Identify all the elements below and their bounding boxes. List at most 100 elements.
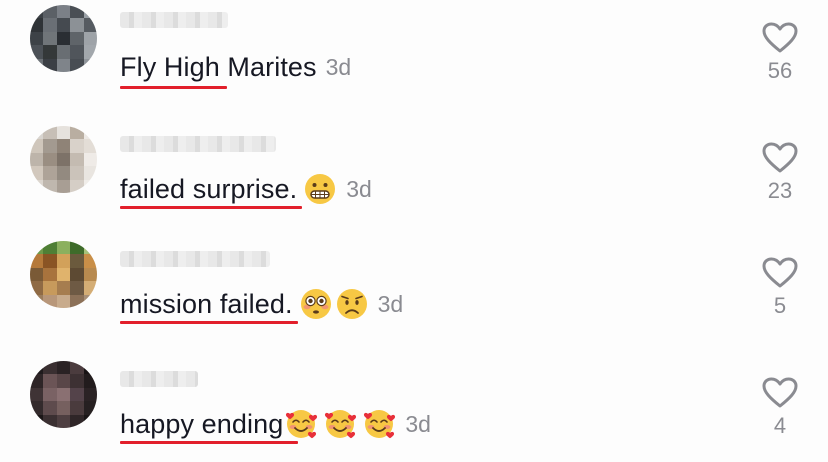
avatar-pixel xyxy=(30,126,44,140)
avatar-pixel xyxy=(56,387,71,402)
avatar-pixel xyxy=(56,179,71,193)
username-blurred[interactable] xyxy=(120,136,276,152)
avatar-pixel xyxy=(30,18,44,32)
avatar-pixel xyxy=(70,254,84,268)
avatar-pixel xyxy=(30,374,44,388)
avatar-pixel xyxy=(70,5,84,19)
like-button[interactable]: 5 xyxy=(760,257,800,319)
avatar-pixel xyxy=(83,58,97,72)
username-blurred[interactable] xyxy=(120,251,270,267)
avatar-pixel xyxy=(30,361,44,375)
comment-text: Fly High Marites xyxy=(120,52,317,82)
avatar-pixel xyxy=(56,166,71,180)
red-underline xyxy=(120,441,298,444)
avatar-pixel xyxy=(30,294,44,308)
avatar-pixel xyxy=(83,139,97,153)
avatar-pixel xyxy=(30,166,44,180)
comment-body: mission failed. 3d xyxy=(120,287,403,324)
avatar-pixel xyxy=(30,241,44,255)
avatar-pixel xyxy=(43,267,57,282)
avatar-pixel xyxy=(83,294,97,308)
avatar-pixel xyxy=(83,374,97,388)
avatar-pixel xyxy=(56,18,71,32)
avatar-pixel xyxy=(30,254,44,268)
avatar-pixel xyxy=(43,387,57,402)
smiling-face-with-hearts-emoji xyxy=(325,410,357,439)
like-count: 4 xyxy=(773,413,787,438)
avatar-pixelated-image xyxy=(30,241,97,308)
avatar-pixel xyxy=(83,18,97,32)
avatar-pixel xyxy=(43,45,57,59)
avatar-pixel xyxy=(70,179,84,193)
avatar[interactable] xyxy=(30,241,97,308)
avatar-pixel xyxy=(43,254,57,268)
comment-item: happy ending 3d 4 xyxy=(0,355,828,455)
avatar-pixel xyxy=(43,126,57,140)
avatar-pixel xyxy=(70,374,84,388)
like-count: 5 xyxy=(773,293,787,318)
avatar-pixel xyxy=(43,18,57,32)
like-button[interactable]: 23 xyxy=(760,142,800,204)
avatar-pixel xyxy=(43,361,57,375)
comment-item: failed surprise. 3d 23 xyxy=(0,120,828,220)
avatar-pixel xyxy=(70,281,84,295)
avatar-pixel xyxy=(56,241,71,255)
like-button[interactable]: 56 xyxy=(760,22,800,84)
avatar-pixel xyxy=(43,414,57,428)
avatar-pixel xyxy=(43,401,57,415)
heart-outline-icon xyxy=(762,257,798,288)
grimacing-face-emoji xyxy=(305,174,336,204)
avatar-pixel xyxy=(30,179,44,193)
avatar-pixel xyxy=(83,401,97,415)
red-underline xyxy=(120,86,227,89)
avatar-pixel xyxy=(83,5,97,19)
avatar-pixel xyxy=(83,267,97,282)
avatar[interactable] xyxy=(30,361,97,428)
avatar[interactable] xyxy=(30,5,97,72)
avatar-pixel xyxy=(30,281,44,295)
comment-body: failed surprise. 3d xyxy=(120,172,372,209)
smiling-face-with-hearts-emoji xyxy=(286,410,318,439)
avatar-pixel xyxy=(30,5,44,19)
comment-text: happy ending xyxy=(120,408,284,439)
like-button[interactable]: 4 xyxy=(760,377,800,439)
avatar-pixel xyxy=(30,414,44,428)
avatar-pixel xyxy=(30,387,44,402)
avatar-pixel xyxy=(30,401,44,415)
red-underline xyxy=(120,321,298,324)
avatar-pixel xyxy=(56,414,71,428)
like-count: 56 xyxy=(767,58,793,83)
username-blurred[interactable] xyxy=(120,12,228,28)
avatar-pixel xyxy=(56,5,71,19)
avatar-pixel xyxy=(83,45,97,59)
avatar-pixel xyxy=(70,387,84,402)
avatar-pixel xyxy=(83,241,97,255)
avatar-pixel xyxy=(83,387,97,402)
avatar-pixel xyxy=(56,281,71,295)
avatar-pixel xyxy=(83,179,97,193)
avatar[interactable] xyxy=(30,126,97,193)
username-blurred[interactable] xyxy=(120,371,198,387)
comment-timestamp: 3d xyxy=(325,54,352,80)
avatar-pixelated-image xyxy=(30,126,97,193)
avatar-pixel xyxy=(83,152,97,167)
avatar-pixel xyxy=(70,294,84,308)
avatar-pixel xyxy=(56,126,71,140)
avatar-pixel xyxy=(30,45,44,59)
avatar-pixel xyxy=(56,267,71,282)
heart-outline-icon xyxy=(762,377,798,408)
avatar-pixel xyxy=(43,152,57,167)
avatar-pixel xyxy=(56,374,71,388)
avatar-pixel xyxy=(70,31,84,46)
avatar-pixel xyxy=(56,294,71,308)
comment-body: Fly High Marites 3d xyxy=(120,52,352,89)
comment-timestamp: 3d xyxy=(405,410,431,437)
avatar-pixel xyxy=(56,31,71,46)
avatar-pixel xyxy=(43,5,57,19)
avatar-pixel xyxy=(70,126,84,140)
avatar-pixel xyxy=(70,166,84,180)
comment-item: mission failed. 3d 5 xyxy=(0,235,828,335)
avatar-pixel xyxy=(56,401,71,415)
avatar-pixelated-image xyxy=(30,361,97,428)
comment-item: Fly High Marites 3d 56 xyxy=(0,0,828,100)
